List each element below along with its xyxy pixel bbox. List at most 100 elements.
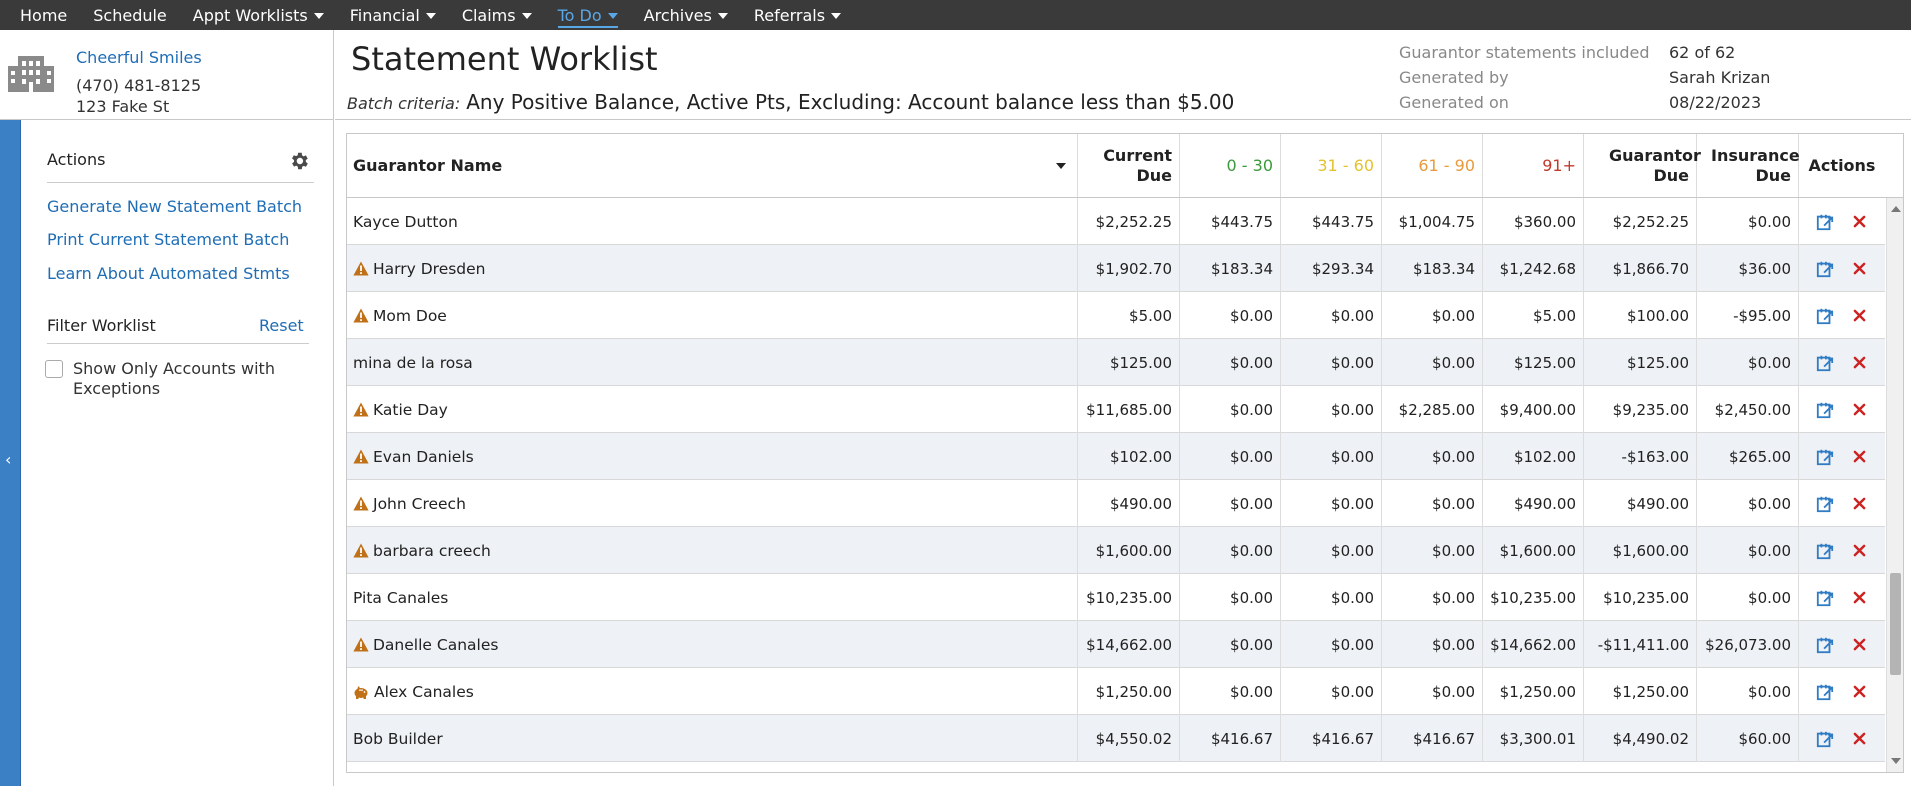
col-label: Guarantor Due <box>1609 145 1701 185</box>
col-91-plus[interactable]: 91+ <box>1483 134 1584 197</box>
guarantor-name: Mom Doe <box>373 306 447 325</box>
amount-cell-current: $2,252.25 <box>1078 198 1180 245</box>
table-row[interactable]: Kayce Dutton $2,252.25 $443.75 $443.75 $1,00… <box>347 198 1885 245</box>
col-current-due[interactable]: Current Due <box>1078 134 1180 197</box>
generate-batch-link[interactable]: Generate New Statement Batch <box>47 197 302 216</box>
guarantor-name-cell[interactable]: Danelle Canales <box>347 621 1078 668</box>
print-batch-link[interactable]: Print Current Statement Batch <box>47 230 289 249</box>
table-scrollbar[interactable] <box>1886 198 1903 772</box>
remove-icon[interactable] <box>1849 447 1869 467</box>
guarantor-name-cell[interactable]: Mom Doe <box>347 292 1078 339</box>
remove-icon[interactable] <box>1849 729 1869 749</box>
edit-statement-icon[interactable] <box>1815 400 1835 420</box>
scroll-thumb[interactable] <box>1890 573 1901 675</box>
edit-statement-icon[interactable] <box>1815 494 1835 514</box>
amount-cell-b0: $0.00 <box>1180 621 1281 668</box>
gear-icon[interactable] <box>288 150 310 172</box>
amount-cell-b2: $183.34 <box>1382 245 1483 292</box>
col-guarantor-name[interactable]: Guarantor Name <box>347 134 1078 197</box>
table-row[interactable]: Harry Dresden $1,902.70 $183.34 $293.34 $183… <box>347 245 1885 292</box>
edit-statement-icon[interactable] <box>1815 447 1835 467</box>
amount-cell-guar: $2,252.25 <box>1584 198 1697 245</box>
guarantor-name-cell[interactable]: mina de la rosa <box>347 339 1078 386</box>
remove-icon[interactable] <box>1849 212 1869 232</box>
table-row[interactable]: Evan Daniels $102.00 $0.00 $0.00 $0.00 $102.0… <box>347 433 1885 480</box>
nav-label: Referrals <box>753 5 826 25</box>
remove-icon[interactable] <box>1849 400 1869 420</box>
nav-archives[interactable]: Archives <box>631 0 741 30</box>
table-row[interactable]: Mom Doe $5.00 $0.00 $0.00 $0.00 $5.00 $100.00-… <box>347 292 1885 339</box>
table-row[interactable]: John Creech $490.00 $0.00 $0.00 $0.00 $490.00… <box>347 480 1885 527</box>
guarantor-name-cell[interactable]: John Creech <box>347 480 1078 527</box>
amount-cell-b0: $0.00 <box>1180 292 1281 339</box>
edit-statement-icon[interactable] <box>1815 588 1835 608</box>
scroll-up-arrow[interactable] <box>1891 206 1901 212</box>
remove-icon[interactable] <box>1849 635 1869 655</box>
learn-automated-link[interactable]: Learn About Automated Stmts <box>47 264 290 283</box>
remove-icon[interactable] <box>1849 682 1869 702</box>
amount-cell-b0: $0.00 <box>1180 574 1281 621</box>
practice-phone: (470) 481-8125 <box>76 76 202 95</box>
remove-icon[interactable] <box>1849 353 1869 373</box>
guarantor-name-cell[interactable]: Pita Canales <box>347 574 1078 621</box>
scroll-down-arrow[interactable] <box>1891 758 1901 764</box>
nav-claims[interactable]: Claims <box>449 0 545 30</box>
nav-home[interactable]: Home <box>7 0 80 30</box>
table-row[interactable]: mina de la rosa $125.00 $0.00 $0.00 $0.00 $12… <box>347 339 1885 386</box>
nav-schedule[interactable]: Schedule <box>80 0 180 30</box>
row-actions <box>1799 386 1885 433</box>
practice-name-link[interactable]: Cheerful Smiles <box>76 48 202 67</box>
edit-statement-icon[interactable] <box>1815 682 1835 702</box>
table-row[interactable]: Pita Canales $10,235.00 $0.00 $0.00 $0.00 $10… <box>347 574 1885 621</box>
guarantor-name-cell[interactable]: Kayce Dutton <box>347 198 1078 245</box>
amount-cell-b3: $3,300.01 <box>1483 715 1584 762</box>
guarantor-name-cell[interactable]: Alex Canales <box>347 668 1078 715</box>
guarantor-name-cell[interactable]: Bob Builder <box>347 715 1078 762</box>
amount-cell-b3: $1,250.00 <box>1483 668 1584 715</box>
nav-to-do[interactable]: To Do <box>545 0 631 30</box>
amount-cell-guar: $125.00 <box>1584 339 1697 386</box>
reset-filter-link[interactable]: Reset <box>259 316 304 335</box>
edit-statement-icon[interactable] <box>1815 212 1835 232</box>
edit-statement-icon[interactable] <box>1815 259 1835 279</box>
edit-statement-icon[interactable] <box>1815 635 1835 655</box>
amount-cell-ins: $0.00 <box>1697 480 1799 527</box>
table-row[interactable]: Alex Canales $1,250.00 $0.00 $0.00 $0.00 $1,2… <box>347 668 1885 715</box>
amount-cell-b3: $9,400.00 <box>1483 386 1584 433</box>
caret-down-icon <box>717 13 728 19</box>
amount-cell-current: $10,235.00 <box>1078 574 1180 621</box>
nav-label: Financial <box>349 5 420 25</box>
nav-financial[interactable]: Financial <box>337 0 449 30</box>
sort-dropdown-icon[interactable] <box>1056 162 1066 169</box>
collapse-sidebar-tab[interactable]: ‹ <box>0 120 21 786</box>
remove-icon[interactable] <box>1849 259 1869 279</box>
edit-statement-icon[interactable] <box>1815 306 1835 326</box>
edit-statement-icon[interactable] <box>1815 729 1835 749</box>
table-row[interactable]: Danelle Canales $14,662.00 $0.00 $0.00 $0.00… <box>347 621 1885 668</box>
col-31-60[interactable]: 31 - 60 <box>1281 134 1382 197</box>
generated-on-value: 08/22/2023 <box>1669 93 1762 112</box>
remove-icon[interactable] <box>1849 306 1869 326</box>
guarantor-name-cell[interactable]: Harry Dresden <box>347 245 1078 292</box>
guarantor-name-cell[interactable]: barbara creech <box>347 527 1078 574</box>
edit-statement-icon[interactable] <box>1815 541 1835 561</box>
table-row[interactable]: Bob Builder $4,550.02 $416.67 $416.67 $416.6… <box>347 715 1885 762</box>
exceptions-checkbox-label[interactable]: Show Only Accounts with Exceptions <box>73 359 303 399</box>
remove-icon[interactable] <box>1849 541 1869 561</box>
guarantor-name-cell[interactable]: Katie Day <box>347 386 1078 433</box>
edit-statement-icon[interactable] <box>1815 353 1835 373</box>
col-61-90[interactable]: 61 - 90 <box>1382 134 1483 197</box>
remove-icon[interactable] <box>1849 494 1869 514</box>
remove-icon[interactable] <box>1849 588 1869 608</box>
col-guarantor-due[interactable]: Guarantor Due <box>1584 134 1701 197</box>
nav-appt-worklists[interactable]: Appt Worklists <box>180 0 337 30</box>
col-0-30[interactable]: 0 - 30 <box>1180 134 1281 197</box>
table-row[interactable]: barbara creech $1,600.00 $0.00 $0.00 $0.00 $1… <box>347 527 1885 574</box>
guarantor-name-cell[interactable]: Evan Daniels <box>347 433 1078 480</box>
amount-cell-guar: $10,235.00 <box>1584 574 1697 621</box>
exceptions-checkbox[interactable] <box>45 360 63 378</box>
col-insurance-due[interactable]: Insurance Due <box>1697 134 1800 197</box>
amount-cell-b0: $183.34 <box>1180 245 1281 292</box>
table-row[interactable]: Katie Day $11,685.00 $0.00 $0.00 $2,285.00 $9… <box>347 386 1885 433</box>
nav-referrals[interactable]: Referrals <box>741 0 854 30</box>
